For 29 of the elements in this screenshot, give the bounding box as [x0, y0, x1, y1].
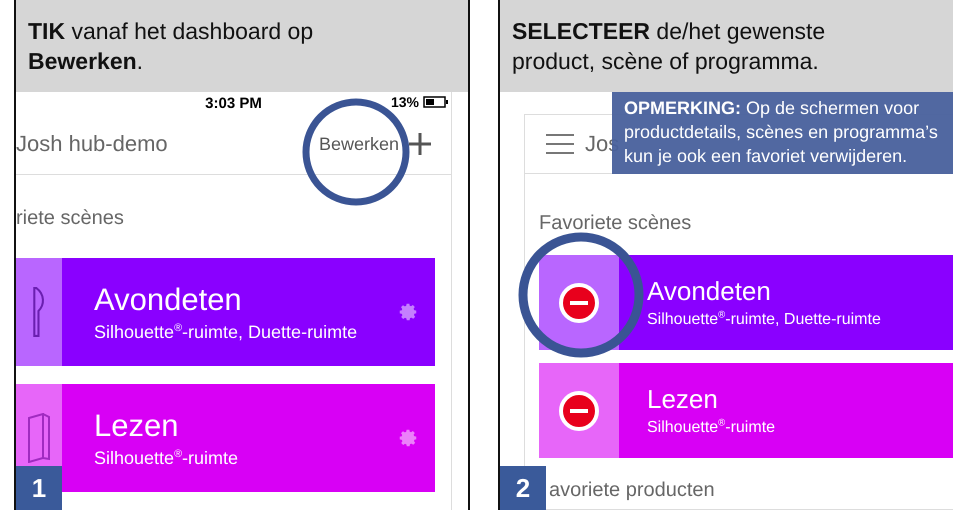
scene-card[interactable]: Avondeten Silhouette$^{®}$-ruimte, Duette-ruimte: [539, 255, 953, 350]
instruction-text: TIK vanaf het dashboard op Bewerken.: [16, 0, 468, 92]
scene-card[interactable]: Lezen Silhouette$^{®}$-ruimte: [539, 363, 953, 458]
remove-icon[interactable]: [559, 282, 599, 322]
scene-rooms: Silhouette$^{®}$-ruimte, Duette-ruimte: [94, 322, 358, 344]
scene-card[interactable]: Avondeten Silhouette$^{®}$-ruimte, Duette-ruimte: [16, 258, 435, 366]
step-number: 2: [500, 466, 546, 510]
edit-link[interactable]: Bewerken: [318, 134, 399, 154]
battery-percent: 13%: [390, 94, 419, 110]
scene-name: Lezen: [647, 384, 719, 416]
remove-icon[interactable]: [559, 390, 599, 430]
book-icon: [28, 413, 50, 463]
menu-icon[interactable]: [545, 133, 575, 155]
add-icon[interactable]: [409, 133, 431, 155]
hub-title: Josh hub-demo: [16, 131, 168, 157]
scene-rooms: Silhouette$^{®}$-ruimte: [647, 419, 776, 438]
scene-rooms: Silhouette$^{®}$-ruimte, Duette-ruimte: [647, 311, 882, 330]
scene-rooms: Silhouette$^{®}$-ruimte: [94, 448, 240, 470]
section-heading: Favoriete scènes: [539, 212, 692, 235]
battery-icon: [423, 96, 449, 108]
scene-name: Lezen: [94, 406, 180, 444]
status-time: 3:03 PM: [205, 94, 262, 112]
section-heading: riete scènes: [16, 207, 124, 230]
step-number: 1: [16, 466, 62, 510]
instruction-text: SELECTEER de/het gewenste product, scène of programma.: [500, 0, 953, 92]
scene-name: Avondeten: [94, 280, 243, 318]
scene-name: Avondeten: [647, 276, 772, 308]
section-heading: avoriete producten: [549, 479, 715, 502]
knife-icon: [33, 287, 45, 337]
